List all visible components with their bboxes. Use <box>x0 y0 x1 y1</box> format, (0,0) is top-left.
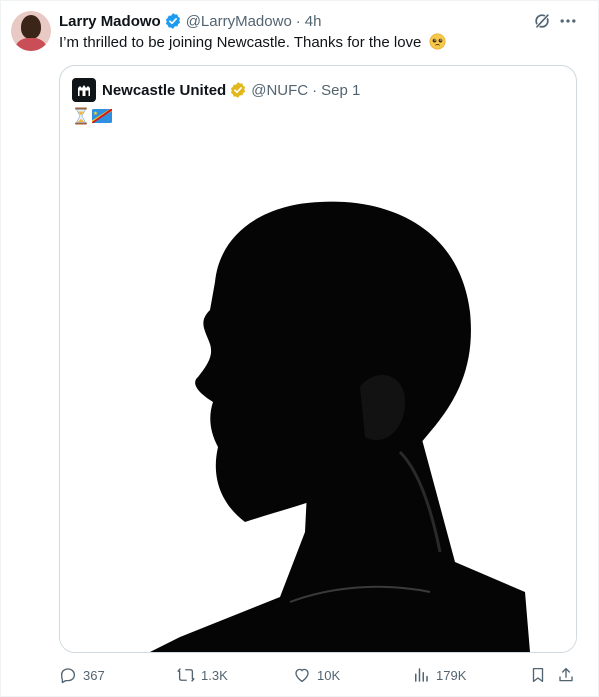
quoted-display-name[interactable]: Newcastle United <box>102 82 226 99</box>
quoted-tweet[interactable]: Newcastle United @NUFC · Sep 1 <box>59 65 577 653</box>
share-button[interactable] <box>557 663 581 687</box>
like-button[interactable]: 10K <box>293 663 340 687</box>
bookmark-button[interactable] <box>529 663 553 687</box>
views-chart-icon <box>415 668 428 682</box>
quoted-media-image[interactable] <box>60 132 576 652</box>
handle[interactable]: @LarryMadowo <box>186 13 292 30</box>
quoted-text <box>74 107 112 125</box>
tweet-text: I’m thrilled to be joining Newcastle. Th… <box>59 33 446 53</box>
more-options-icon[interactable] <box>558 11 578 31</box>
pleading-face-emoji-icon <box>429 33 446 50</box>
grok-icon[interactable] <box>532 11 552 31</box>
avatar[interactable] <box>11 11 51 51</box>
verified-badge-icon <box>165 13 180 29</box>
share-icon <box>559 667 573 682</box>
like-count: 10K <box>317 667 341 683</box>
repost-icon <box>177 668 195 682</box>
quoted-header: Newcastle United @NUFC · Sep 1 <box>72 78 360 102</box>
dr-congo-flag-emoji-icon <box>92 109 112 123</box>
newcastle-crest-icon[interactable] <box>72 78 96 102</box>
tweet-header: Larry Madowo @LarryMadowo · 4h <box>59 11 321 31</box>
views-button[interactable]: 179K <box>412 663 466 687</box>
separator-dot: · <box>295 12 301 30</box>
repost-count: 1.3K <box>201 667 228 683</box>
avatar-shirt <box>14 38 48 51</box>
views-count: 179K <box>436 667 467 683</box>
display-name[interactable]: Larry Madowo <box>59 13 161 30</box>
reply-icon <box>60 668 76 684</box>
tweet-text-body: I’m thrilled to be joining Newcastle. Th… <box>59 34 422 51</box>
avatar-face <box>21 15 41 39</box>
tweet-card[interactable]: Larry Madowo @LarryMadowo · 4h I’m thril… <box>0 0 599 697</box>
heart-icon <box>295 668 309 683</box>
quoted-handle[interactable]: @NUFC <box>251 82 308 99</box>
bookmark-icon <box>532 667 544 683</box>
reply-button[interactable]: 367 <box>59 663 105 687</box>
gold-verified-badge-icon <box>231 82 246 98</box>
quoted-date[interactable]: Sep 1 <box>321 82 360 99</box>
action-bar: 367 1.3K 10K 179K <box>59 663 579 687</box>
timestamp[interactable]: 4h <box>305 13 322 30</box>
reply-count: 367 <box>83 667 105 683</box>
hourglass-emoji-icon <box>75 107 87 125</box>
quoted-separator-dot: · <box>312 81 318 99</box>
repost-button[interactable]: 1.3K <box>177 663 228 687</box>
